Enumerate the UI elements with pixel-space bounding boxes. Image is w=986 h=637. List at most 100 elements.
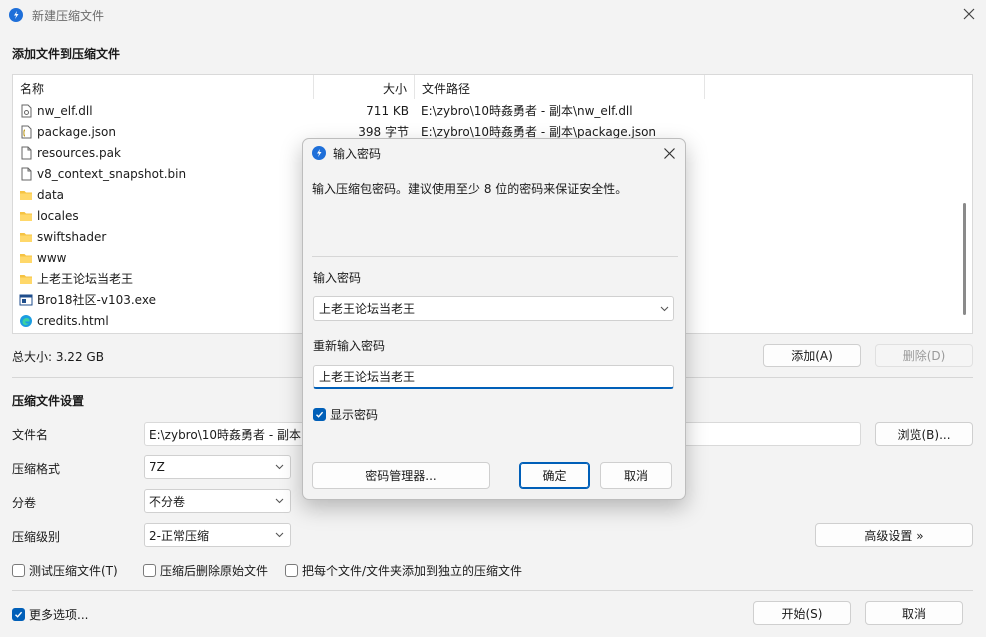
dll-file-icon: [19, 104, 33, 118]
remove-button[interactable]: 删除(D): [875, 344, 973, 367]
confirm-password-input[interactable]: 上老王论坛当老王: [313, 365, 674, 389]
show-password-label: 显示密码: [330, 408, 379, 422]
app-icon: [9, 8, 23, 22]
divider: [12, 590, 973, 591]
checkbox-box[interactable]: [285, 564, 298, 577]
folder-icon: [19, 188, 33, 202]
row-name-text: nw_elf.dll: [37, 103, 93, 118]
folder-icon: [19, 251, 33, 265]
row-name: www: [13, 251, 314, 265]
chevron-down-icon: [275, 498, 284, 504]
start-button[interactable]: 开始(S): [753, 601, 851, 625]
close-icon[interactable]: [663, 147, 676, 160]
row-name: credits.html: [13, 314, 314, 328]
browse-button[interactable]: 浏览(B)...: [875, 422, 973, 446]
scrollbar[interactable]: [956, 75, 972, 333]
test-checkbox[interactable]: 测试压缩文件(T): [12, 562, 118, 579]
row-path: E:\zybro\10時姦勇者 - 副本\nw_elf.dll: [421, 104, 633, 118]
split-value: 不分卷: [149, 494, 186, 509]
row-name-text: data: [37, 187, 65, 202]
exe-file-icon: [19, 293, 33, 307]
row-name: resources.pak: [13, 146, 314, 160]
separate-archive-checkbox[interactable]: 把每个文件/文件夹添加到独立的压缩文件: [285, 562, 522, 579]
format-value: 7Z: [149, 460, 165, 474]
row-name-text: www: [37, 250, 67, 265]
folder-icon: [19, 209, 33, 223]
each-label: 把每个文件/文件夹添加到独立的压缩文件: [302, 564, 523, 578]
delete-checkbox[interactable]: 压缩后删除原始文件: [143, 562, 268, 579]
format-select[interactable]: 7Z: [144, 455, 291, 479]
row-name: swiftshader: [13, 230, 314, 244]
checkbox-box[interactable]: [12, 608, 25, 621]
file-icon: [19, 146, 33, 160]
confirm-password-value: 上老王论坛当老王: [319, 370, 416, 384]
checkbox-box[interactable]: [313, 408, 326, 421]
chevron-down-icon[interactable]: [660, 306, 669, 312]
format-label: 压缩格式: [12, 462, 61, 476]
scroll-thumb[interactable]: [963, 203, 966, 315]
dialog-title: 输入密码: [333, 147, 382, 161]
dialog-hint: 输入压缩包密码。建议使用至少 8 位的密码来保证安全性。: [312, 182, 628, 196]
cancel-button[interactable]: 取消: [865, 601, 963, 625]
row-name-text: resources.pak: [37, 145, 121, 160]
close-icon[interactable]: [962, 7, 976, 21]
split-label: 分卷: [12, 496, 37, 510]
row-name: Bro18社区-v103.exe: [13, 291, 314, 308]
row-name-text: 上老王论坛当老王: [37, 272, 134, 286]
delete-label: 压缩后删除原始文件: [160, 564, 269, 578]
ok-button[interactable]: 确定: [519, 462, 590, 489]
row-name: 上老王论坛当老王: [13, 270, 314, 287]
row-name: v8_context_snapshot.bin: [13, 167, 314, 181]
password-manager-button[interactable]: 密码管理器...: [312, 462, 490, 489]
json-file-icon: [19, 125, 33, 139]
folder-icon: [19, 230, 33, 244]
more-options-checkbox[interactable]: 更多选项...: [12, 606, 88, 623]
settings-section-title: 压缩文件设置: [12, 394, 85, 408]
password-label: 输入密码: [313, 271, 362, 285]
row-name-text: Bro18社区-v103.exe: [37, 293, 156, 307]
row-name-text: credits.html: [37, 313, 109, 328]
check-icon: [15, 611, 23, 618]
advanced-button[interactable]: 高级设置 »: [815, 523, 973, 547]
column-size[interactable]: 大小: [314, 75, 415, 99]
list-header: 名称 大小 文件路径: [13, 75, 958, 99]
title-bar: 新建压缩文件: [0, 0, 986, 30]
folder-icon: [19, 272, 33, 286]
row-name: package.json: [13, 125, 314, 139]
edge-html-icon: [19, 314, 33, 328]
dialog-cancel-button[interactable]: 取消: [600, 462, 672, 489]
row-name: locales: [13, 209, 314, 223]
window-title: 新建压缩文件: [32, 8, 105, 23]
checkbox-box[interactable]: [12, 564, 25, 577]
row-name: data: [13, 188, 314, 202]
divider: [312, 256, 678, 257]
level-value: 2-正常压缩: [149, 528, 209, 543]
level-select[interactable]: 2-正常压缩: [144, 523, 291, 547]
level-label: 压缩级别: [12, 530, 61, 544]
check-icon: [316, 411, 324, 418]
split-select[interactable]: 不分卷: [144, 489, 291, 513]
password-dialog: 输入密码 输入压缩包密码。建议使用至少 8 位的密码来保证安全性。 输入密码 上…: [302, 138, 686, 500]
row-name-text: swiftshader: [37, 229, 107, 244]
test-label: 测试压缩文件(T): [29, 564, 118, 578]
column-name[interactable]: 名称: [13, 75, 314, 99]
password-value: 上老王论坛当老王: [319, 302, 416, 316]
row-name: nw_elf.dll: [13, 104, 314, 118]
row-size: 711 KB: [366, 103, 409, 118]
confirm-password-label: 重新输入密码: [313, 339, 386, 353]
table-row[interactable]: nw_elf.dll 711 KB E:\zybro\10時姦勇者 - 副本\nw_…: [13, 100, 958, 121]
chevron-down-icon: [275, 532, 284, 538]
total-size: 总大小: 3.22 GB: [12, 350, 104, 364]
add-button[interactable]: 添加(A): [763, 344, 861, 367]
more-label: 更多选项...: [29, 608, 89, 622]
column-path[interactable]: 文件路径: [415, 75, 705, 99]
chevron-down-icon: [275, 464, 284, 470]
app-icon: [312, 146, 326, 160]
password-input[interactable]: 上老王论坛当老王: [313, 296, 674, 321]
file-icon: [19, 167, 33, 181]
show-password-checkbox[interactable]: 显示密码: [313, 406, 378, 423]
checkbox-box[interactable]: [143, 564, 156, 577]
row-name-text: package.json: [37, 124, 117, 139]
row-name-text: locales: [37, 208, 79, 223]
add-section-title: 添加文件到压缩文件: [12, 47, 121, 61]
